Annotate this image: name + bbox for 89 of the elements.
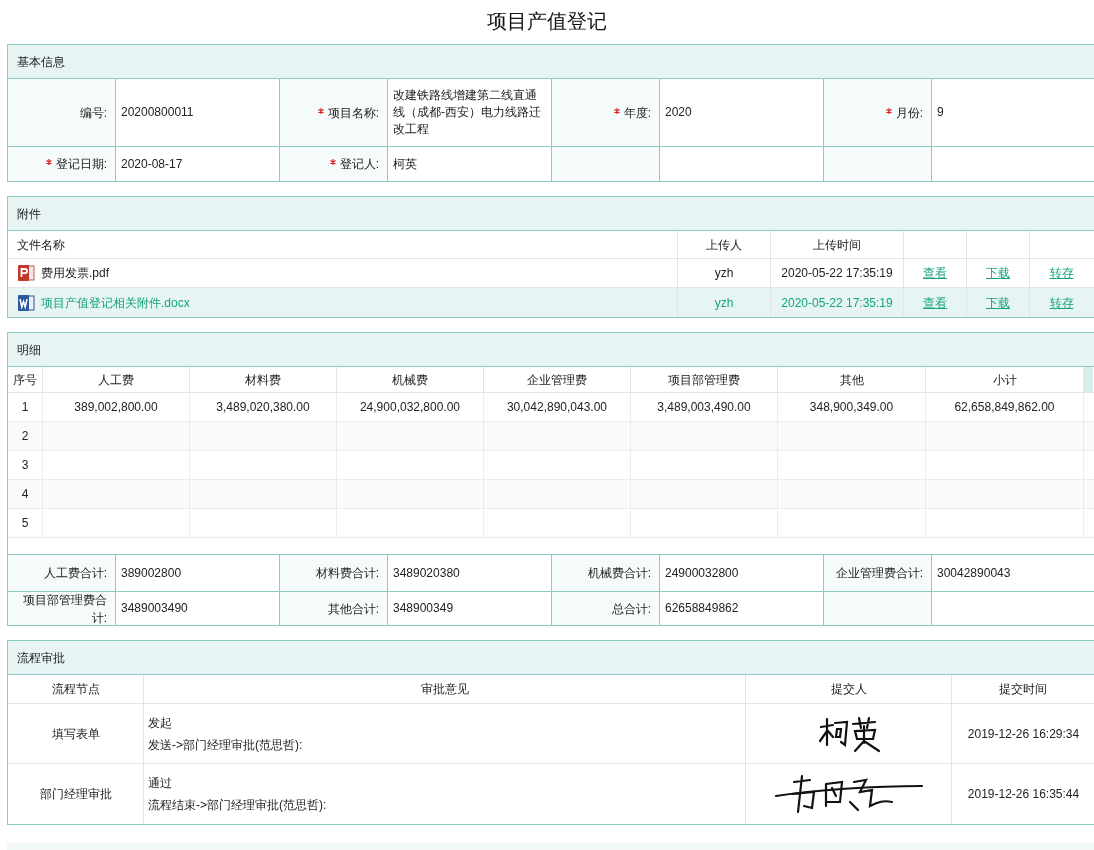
submit-time: 2019-12-26 16:35:44 (967, 786, 1080, 803)
file-action-link[interactable]: 转存 (1049, 264, 1074, 282)
field-label: 项目名称: (317, 103, 379, 122)
process-node-label: 填写表单 (51, 725, 100, 743)
field-label: 编号: (79, 104, 107, 122)
required-icon (329, 159, 336, 166)
column-header: 项目部管理费 (668, 371, 740, 389)
required-icon (613, 107, 620, 114)
approval-opinion: 发起 (148, 714, 173, 732)
row-number: 2 (21, 428, 29, 445)
table-cell-text: 24,900,032,800.00 (359, 399, 461, 416)
field-value: 2020 (665, 104, 692, 121)
file-action-link[interactable]: 查看 (923, 293, 947, 312)
row-number: 4 (21, 486, 29, 503)
upload-time: 2020-05-22 17:35:19 (781, 294, 893, 312)
file-action-link[interactable]: 下载 (986, 264, 1010, 282)
file-name: 费用发票.pdf (41, 265, 109, 282)
field-label: 月份: (885, 103, 923, 122)
field-label: 人工费合计: (43, 565, 107, 582)
file-action-link[interactable]: 转存 (1049, 293, 1074, 312)
submit-time: 2019-12-26 16:29:34 (967, 725, 1080, 743)
field-value: 改建铁路线增建第二线直通线（成都-西安）电力线路迁改工程 (393, 87, 542, 138)
column-header: 审批意见 (420, 681, 469, 698)
attachment-row[interactable]: 费用发票.pdf yzh 2020-05-22 17:35:19 查看 下载 转存 (8, 259, 1094, 288)
uploader-name: yzh (714, 265, 734, 282)
column-header: 人工费 (98, 371, 134, 389)
column-header: 小计 (992, 371, 1017, 389)
approval-opinion: 发送->部门经理审批(范思哲): (148, 736, 304, 754)
field-value: 20200800011 (121, 104, 194, 121)
field-label: 企业管理费合计: (835, 565, 923, 582)
row-number: 1 (21, 399, 29, 416)
approval-opinion: 通过 (148, 775, 173, 792)
table-cell-text: 389,002,800.00 (74, 399, 158, 416)
column-header: 机械费 (392, 371, 428, 389)
powerpoint-file-icon (17, 264, 35, 282)
required-icon (45, 159, 52, 166)
required-icon (317, 107, 324, 114)
process-node-label: 部门经理审批 (39, 786, 112, 803)
column-header: 上传人 (706, 236, 742, 254)
field-label: 年度: (613, 103, 651, 122)
row-number: 3 (21, 457, 29, 474)
table-cell-text: 62,658,849,862.00 (954, 399, 1055, 416)
field-value: 柯英 (393, 155, 417, 173)
field-label: 登记人: (329, 155, 379, 173)
column-header: 提交人 (830, 681, 867, 698)
section-title: 附件 (17, 205, 41, 223)
column-header: 上传时间 (813, 236, 861, 254)
file-action-link[interactable]: 查看 (923, 264, 947, 282)
section-title: 流程审批 (17, 649, 65, 667)
row-number: 5 (21, 515, 29, 532)
column-header: 文件名称 (17, 236, 65, 254)
field-label: 总合计: (611, 600, 651, 618)
field-value: 3489003490 (121, 600, 188, 617)
file-action-link[interactable]: 下载 (986, 293, 1010, 312)
field-value: 3489020380 (393, 564, 460, 582)
upload-time: 2020-05-22 17:35:19 (781, 265, 893, 282)
scrollbar[interactable] (1084, 367, 1093, 392)
column-header: 其他 (839, 371, 864, 389)
field-value: 2020-08-17 (121, 155, 183, 173)
field-value: 389002800 (121, 564, 182, 582)
field-label: 项目部管理费合计: (22, 591, 107, 627)
table-cell-text: 348,900,349.00 (809, 399, 894, 416)
approval-opinion: 流程结束->部门经理审批(范思哲): (148, 797, 328, 814)
table-cell-text: 3,489,003,490.00 (657, 399, 751, 416)
field-label: 登记日期: (45, 155, 107, 173)
required-icon (885, 107, 892, 114)
word-file-icon (17, 293, 35, 312)
field-value: 24900032800 (665, 564, 739, 582)
column-header: 序号 (13, 371, 37, 389)
section-title: 基本信息 (17, 53, 65, 71)
column-header: 提交时间 (999, 681, 1047, 698)
field-value: 348900349 (393, 600, 454, 617)
field-label: 机械费合计: (587, 565, 651, 582)
column-header: 流程节点 (51, 681, 100, 698)
table-cell-text: 3,489,020,380.00 (216, 399, 310, 416)
field-value: 9 (937, 104, 944, 121)
field-label: 其他合计: (327, 600, 379, 618)
field-value: 30042890043 (937, 564, 1011, 582)
signature-drawing (816, 714, 881, 753)
table-cell-text: 30,042,890,043.00 (506, 399, 608, 416)
column-header: 材料费 (245, 371, 281, 389)
attachment-row[interactable]: 项目产值登记相关附件.docx yzh 2020-05-22 17:35:19 查看 下载 转存 (8, 288, 1094, 317)
file-name: 项目产值登记相关附件.docx (41, 294, 190, 312)
column-header: 企业管理费 (527, 371, 587, 389)
field-label: 材料费合计: (315, 565, 379, 582)
page-title: 项目产值登记 (487, 9, 607, 34)
field-value: 62658849862 (665, 600, 739, 617)
uploader-name: yzh (714, 294, 734, 312)
section-title: 明细 (17, 341, 41, 359)
